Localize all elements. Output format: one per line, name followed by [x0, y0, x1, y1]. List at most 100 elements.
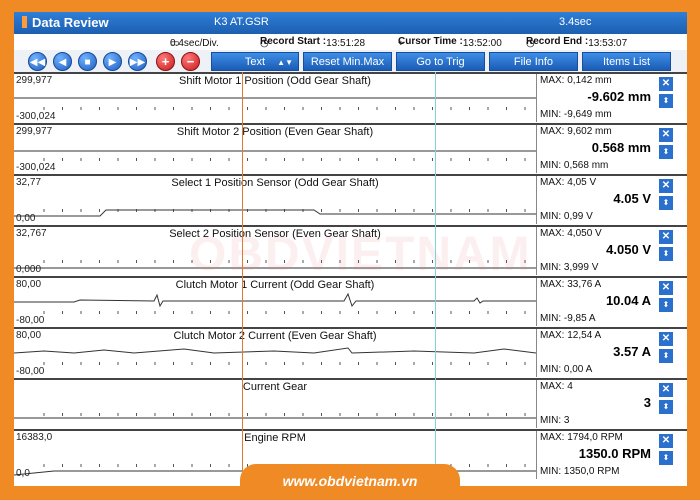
stat-max: MAX: 12,54 A [540, 330, 602, 341]
cursor-a-line[interactable] [242, 72, 243, 486]
stat-current: 0.568 mm [591, 140, 651, 155]
signal-title: Shift Motor 2 Position (Even Gear Shaft) [176, 126, 374, 138]
scale-min: 0,0 [16, 468, 30, 479]
record-end: ◷ Record End : 13:53:07 [526, 36, 627, 49]
updown-arrow-icon[interactable]: ⬍ [659, 94, 673, 108]
stat-min: MIN: 3 [540, 415, 570, 426]
cursor-time: ⌖ Cursor Time : 13:52:00 [398, 36, 502, 49]
stat-min: MIN: 0,99 V [540, 211, 593, 222]
updown-arrow-icon[interactable]: ⬍ [659, 298, 673, 312]
zoom-out-icon[interactable]: − [181, 52, 200, 71]
signal-row[interactable]: 299,977 -300,024 Shift Motor 1 Position … [14, 72, 687, 122]
signal-plot[interactable]: 80,00 -80,00 Clutch Motor 1 Current (Odd… [14, 278, 536, 326]
items-list-button[interactable]: Items List [582, 52, 671, 71]
recording-duration: 3.4sec [559, 16, 592, 28]
data-review-window: Data Review K3 AT.GSR 3.4sec ▭ 0.4sec/Di… [14, 12, 687, 486]
play-icon[interactable]: ▶ [103, 52, 122, 71]
signal-plot[interactable]: 299,977 -300,024 Shift Motor 1 Position … [14, 74, 536, 122]
app-icon [22, 16, 27, 28]
goto-trigger-button[interactable]: Go to Trig [396, 52, 485, 71]
clock-icon: ◷ [526, 38, 535, 49]
signal-plot[interactable]: 32,77 0,00 Select 1 Position Sensor (Odd… [14, 176, 536, 224]
signal-stats: MAX: 4,050 V 4.050 V MIN: 3,999 V ✕ ⬍ [536, 227, 687, 275]
close-icon[interactable]: ✕ [659, 230, 673, 244]
stat-max: MAX: 4,050 V [540, 228, 602, 239]
signal-stats: MAX: 0,142 mm -9.602 mm MIN: -9,649 mm ✕… [536, 74, 687, 122]
stat-current: -9.602 mm [587, 89, 651, 104]
signal-row[interactable]: Current Gear MAX: 4 3 MIN: 3 ✕ ⬍ [14, 378, 687, 428]
stat-max: MAX: 4 [540, 381, 573, 392]
updown-arrow-icon[interactable]: ⬍ [659, 400, 673, 414]
close-icon[interactable]: ✕ [659, 77, 673, 91]
signal-stats: MAX: 4,05 V 4.05 V MIN: 0,99 V ✕ ⬍ [536, 176, 687, 224]
cursor-b-line[interactable] [435, 72, 436, 486]
clock-icon: ◷ [260, 38, 269, 49]
stop-icon[interactable]: ■ [78, 52, 97, 71]
fast-forward-icon[interactable]: ▶▶ [128, 52, 147, 71]
scale-value: 0.4sec/Div. [170, 38, 219, 49]
text-mode-dropdown[interactable]: Text ▲▼ [211, 52, 299, 71]
updown-arrow-icon[interactable]: ⬍ [659, 349, 673, 363]
footer-website: www.obdvietnam.vn [240, 464, 460, 498]
signal-row[interactable]: 299,977 -300,024 Shift Motor 2 Position … [14, 123, 687, 173]
updown-arrow-icon: ▲▼ [277, 58, 293, 67]
signal-plot[interactable]: 299,977 -300,024 Shift Motor 2 Position … [14, 125, 536, 173]
signal-row[interactable]: 80,00 -80,00 Clutch Motor 2 Current (Eve… [14, 327, 687, 377]
scale-min: -80,00 [16, 366, 45, 377]
stat-current: 3 [643, 395, 651, 410]
close-icon[interactable]: ✕ [659, 179, 673, 193]
close-icon[interactable]: ✕ [659, 332, 673, 346]
crosshair-icon: ⌖ [398, 38, 404, 49]
updown-arrow-icon[interactable]: ⬍ [659, 247, 673, 261]
stat-max: MAX: 4,05 V [540, 177, 597, 188]
stat-min: MIN: -9,85 A [540, 313, 596, 324]
stat-max: MAX: 9,602 mm [540, 126, 612, 137]
close-icon[interactable]: ✕ [659, 434, 673, 448]
stat-max: MAX: 0,142 mm [540, 75, 612, 86]
stat-min: MIN: 0,00 A [540, 364, 593, 375]
zoom-in-icon[interactable]: + [156, 52, 175, 71]
cursor-time-value: 13:52:00 [462, 38, 502, 49]
updown-arrow-icon[interactable]: ⬍ [659, 196, 673, 210]
stat-min: MIN: 0,568 mm [540, 160, 609, 171]
signal-plot[interactable]: Current Gear [14, 380, 536, 428]
signal-row[interactable]: 32,77 0,00 Select 1 Position Sensor (Odd… [14, 174, 687, 224]
close-icon[interactable]: ✕ [659, 128, 673, 142]
info-row: ▭ 0.4sec/Div. ◷ Record Start : 13:51:28 … [14, 34, 687, 50]
scale-min: 0,000 [16, 264, 42, 275]
signal-stats: MAX: 1794,0 RPM 1350.0 RPM MIN: 1350,0 R… [536, 431, 687, 479]
signal-stats: MAX: 33,76 A 10.04 A MIN: -9,85 A ✕ ⬍ [536, 278, 687, 326]
scale-min: -80,00 [16, 315, 45, 326]
record-start-value: 13:51:28 [326, 38, 366, 49]
reset-minmax-button[interactable]: Reset Min.Max [303, 52, 392, 71]
cursor-time-label: Cursor Time : [398, 36, 463, 47]
signal-plot[interactable]: 80,00 -80,00 Clutch Motor 2 Current (Eve… [14, 329, 536, 377]
close-icon[interactable]: ✕ [659, 281, 673, 295]
signal-title: Shift Motor 1 Position (Odd Gear Shaft) [179, 75, 371, 87]
window-title: Data Review [32, 15, 109, 30]
signal-row[interactable]: 80,00 -80,00 Clutch Motor 1 Current (Odd… [14, 276, 687, 326]
file-info-button[interactable]: File Info [489, 52, 578, 71]
stat-current: 3.57 A [613, 344, 651, 359]
signal-title: Select 1 Position Sensor (Odd Gear Shaft… [171, 177, 379, 189]
app-title: Data Review [22, 15, 109, 30]
close-icon[interactable]: ✕ [659, 383, 673, 397]
stat-current: 1350.0 RPM [578, 446, 651, 461]
vehicle-name: K3 AT.GSR [214, 16, 269, 28]
record-end-label: Record End : [526, 36, 589, 47]
signal-stats: MAX: 12,54 A 3.57 A MIN: 0,00 A ✕ ⬍ [536, 329, 687, 377]
stat-min: MIN: 3,999 V [540, 262, 599, 273]
text-mode-label: Text [244, 56, 266, 68]
signal-title: Engine RPM [244, 432, 306, 444]
stat-min: MIN: -9,649 mm [540, 109, 612, 120]
stat-max: MAX: 33,76 A [540, 279, 602, 290]
step-back-icon[interactable]: ◀ [53, 52, 72, 71]
stat-max: MAX: 1794,0 RPM [540, 432, 623, 443]
record-end-value: 13:53:07 [588, 38, 628, 49]
updown-arrow-icon[interactable]: ⬍ [659, 451, 673, 465]
record-start-label: Record Start : [260, 36, 327, 47]
updown-arrow-icon[interactable]: ⬍ [659, 145, 673, 159]
stat-min: MIN: 1350,0 RPM [540, 466, 620, 477]
signal-stats: MAX: 4 3 MIN: 3 ✕ ⬍ [536, 380, 687, 428]
rewind-icon[interactable]: ◀◀ [28, 52, 47, 71]
